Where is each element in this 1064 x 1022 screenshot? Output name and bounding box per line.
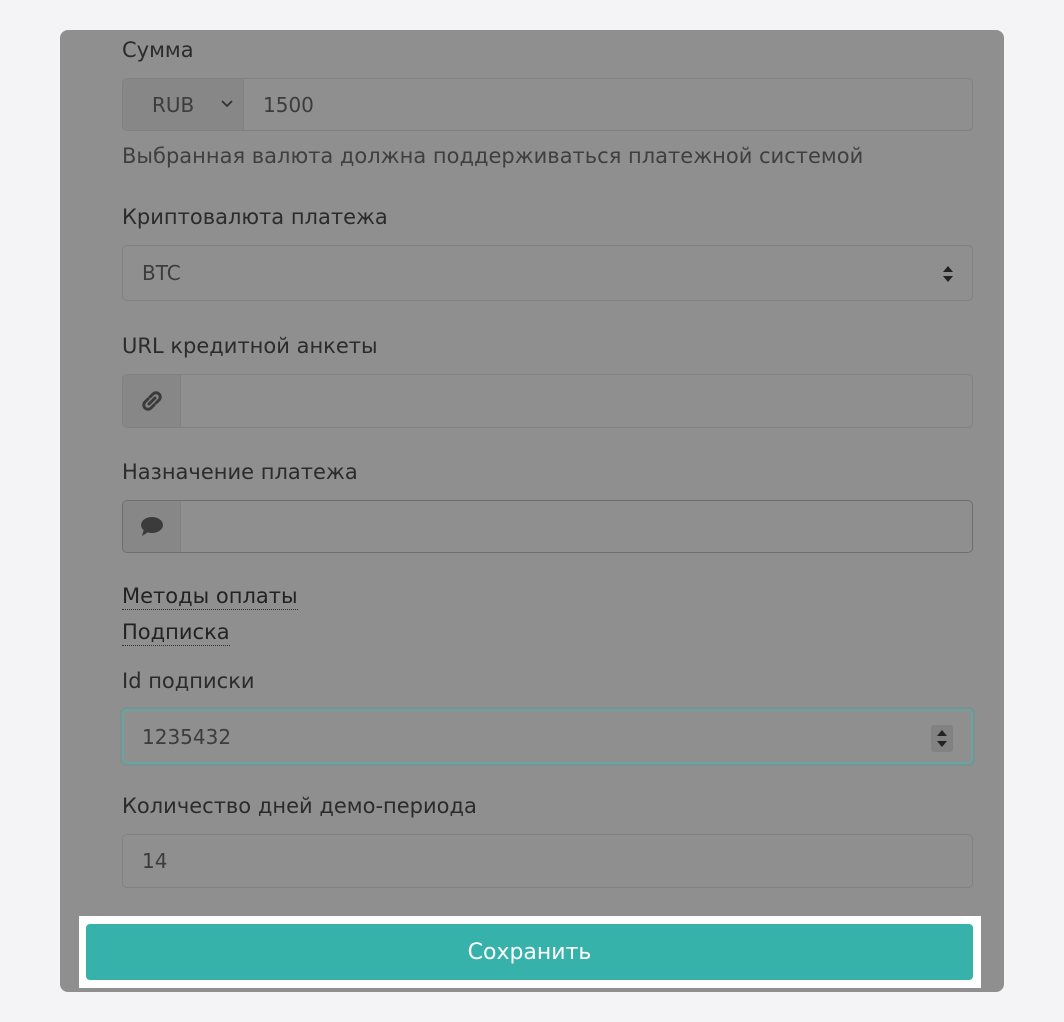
crypto-label: Криптовалюта платежа: [122, 205, 388, 229]
demo-days-value: 14: [142, 849, 168, 873]
demo-days-label: Количество дней демо-периода: [122, 794, 477, 818]
link-icon: [123, 375, 181, 427]
subscription-id-value: 1235432: [142, 724, 232, 749]
sort-arrows-icon: [942, 265, 954, 287]
demo-days-input[interactable]: 14: [122, 834, 973, 888]
amount-label: Сумма: [122, 38, 194, 62]
crypto-select-value: BTC: [142, 261, 181, 285]
chevron-down-icon: [220, 96, 234, 115]
amount-help-text: Выбранная валюта должна поддерживаться п…: [122, 144, 864, 168]
amount-input[interactable]: 1500: [263, 79, 314, 130]
number-stepper[interactable]: [931, 725, 953, 752]
form-panel: Сумма RUB 1500 Выбранная валюта должна п…: [60, 30, 1004, 992]
subscription-toggle[interactable]: Подписка: [122, 620, 230, 646]
crypto-select[interactable]: BTC: [122, 245, 973, 301]
currency-select[interactable]: RUB: [123, 79, 244, 130]
comment-icon: [123, 501, 181, 552]
purpose-input-group: [122, 500, 973, 553]
currency-value: RUB: [152, 92, 195, 117]
credit-url-label: URL кредитной анкеты: [122, 334, 378, 358]
subscription-id-label: Id подписки: [122, 669, 255, 693]
credit-url-input-group: [122, 374, 973, 428]
amount-input-group: RUB 1500: [122, 78, 973, 131]
payment-methods-toggle[interactable]: Методы оплаты: [122, 584, 298, 610]
subscription-id-input[interactable]: 1235432: [122, 709, 973, 764]
purpose-label: Назначение платежа: [122, 460, 358, 484]
save-button[interactable]: Сохранить: [86, 924, 973, 980]
